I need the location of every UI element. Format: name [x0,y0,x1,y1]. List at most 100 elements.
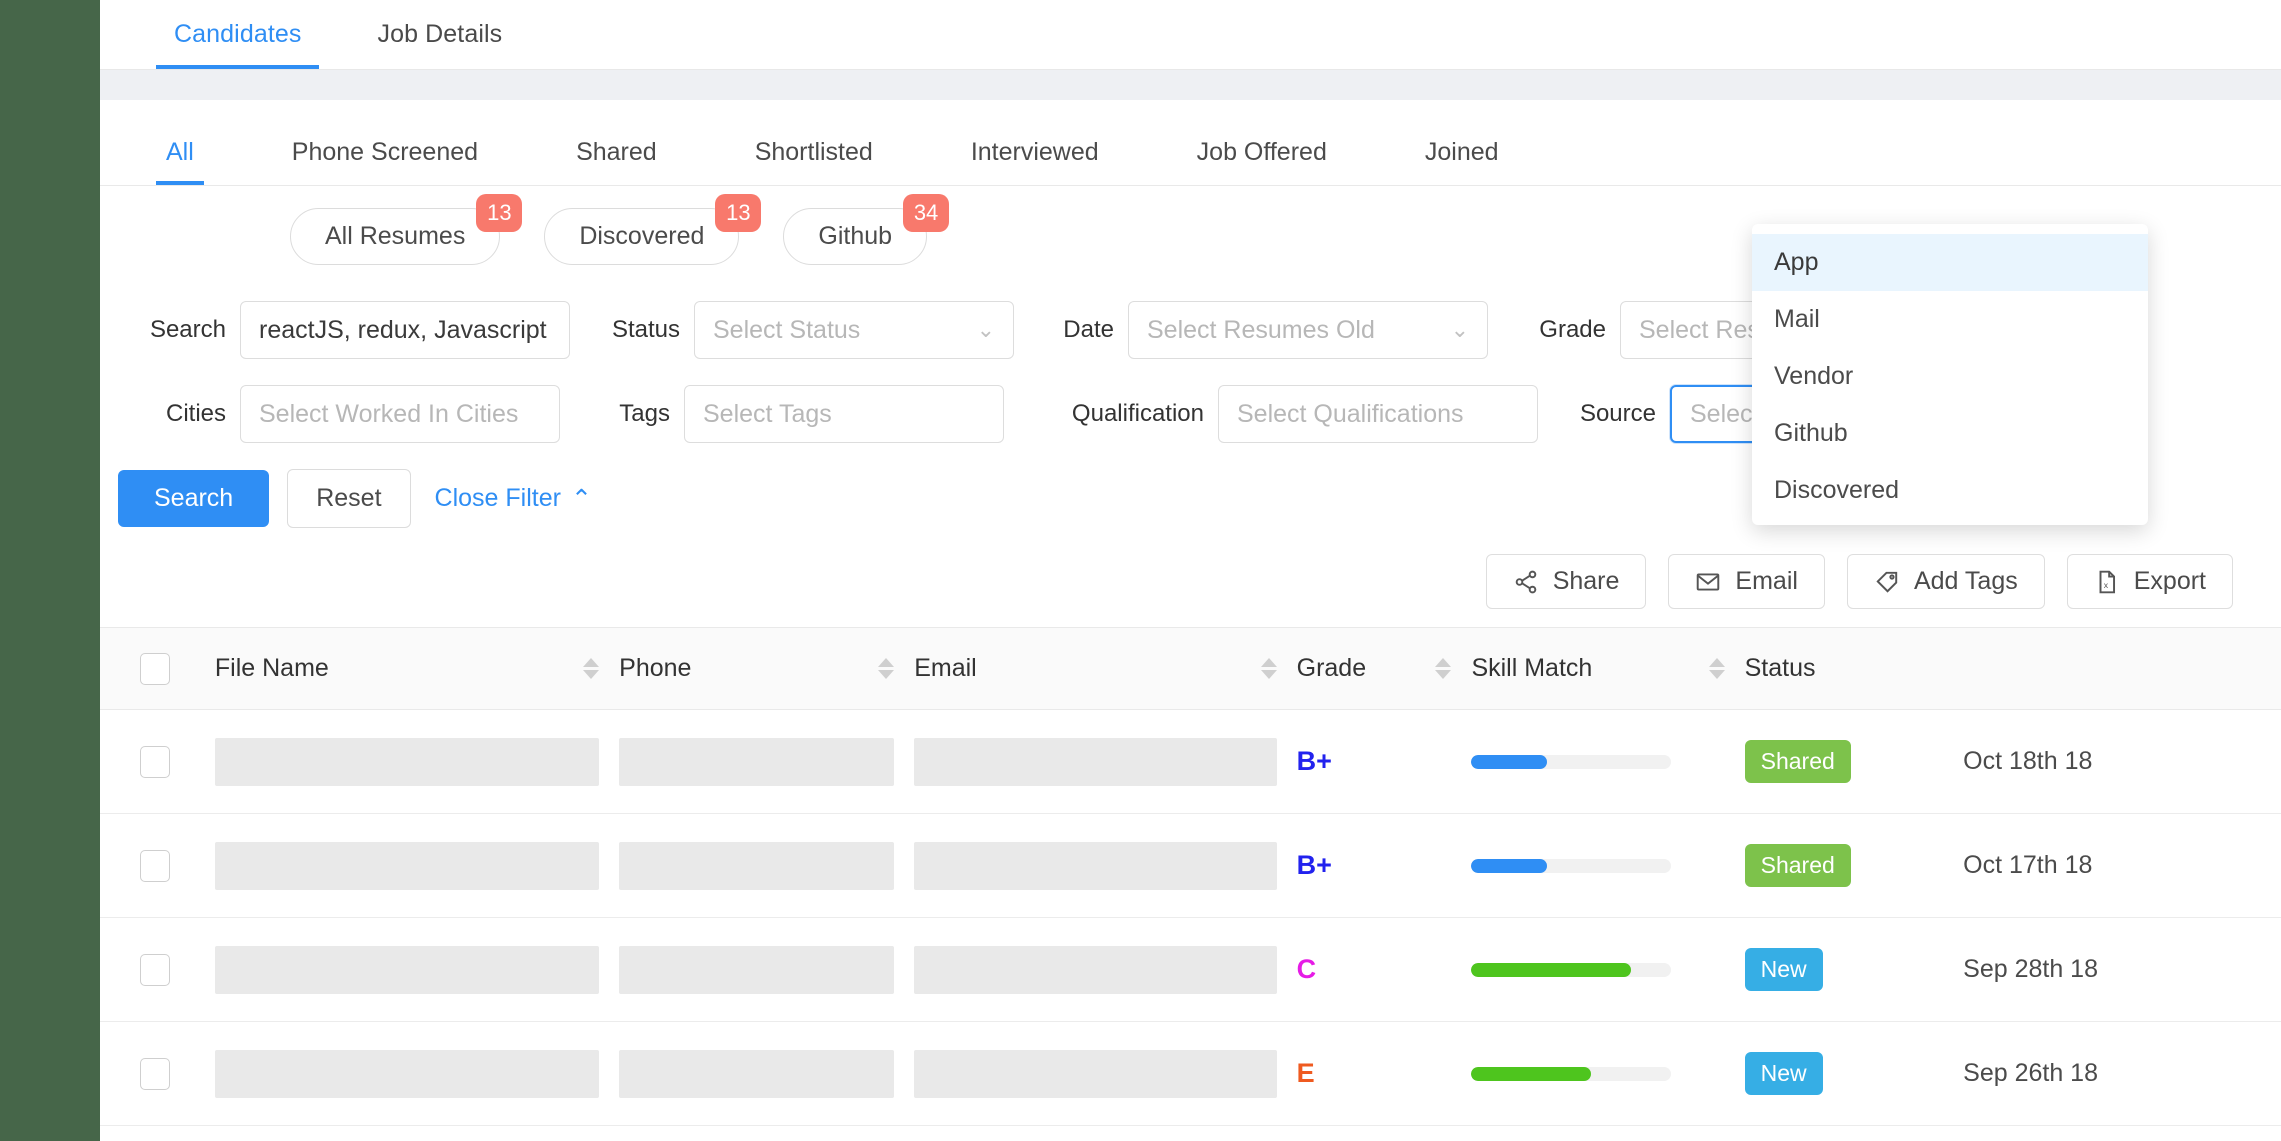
cell-phone [609,1021,905,1126]
sort-icon[interactable] [878,658,895,679]
cell-skill-match [1461,917,1735,1022]
search-input[interactable]: reactJS, redux, Javascript [240,301,570,359]
cell-phone [609,813,905,918]
cell-status: New [1734,917,1954,1022]
table-row[interactable]: E New Sep 26th 18 [100,1021,2281,1126]
row-select-cell [100,1021,205,1126]
email-button-label: Email [1735,567,1798,595]
status-tab-bar: All Phone Screened Shared Shortlisted In… [100,100,2281,186]
candidates-panel: All Phone Screened Shared Shortlisted In… [100,100,2281,1126]
search-button[interactable]: Search [118,470,270,527]
add-tags-button-label: Add Tags [1913,567,2018,595]
tags-input-placeholder: Select Tags [703,399,832,428]
add-tags-button[interactable]: Add Tags [1846,554,2045,609]
status-select-placeholder: Select Status [713,315,861,344]
status-select[interactable]: Select Status ⌄ [694,301,1014,359]
status-tab-shortlisted[interactable]: Shortlisted [745,138,883,185]
qualification-input-placeholder: Select Qualifications [1237,399,1464,428]
col-skill-match-label: Skill Match [1471,654,1593,682]
share-icon [1515,570,1536,593]
cell-file-name [204,1021,610,1126]
chip-all-resumes: All Resumes 13 [290,194,523,265]
grade-value: B+ [1296,850,1332,880]
source-dropdown[interactable]: App Mail Vendor Github Discovered [1752,224,2148,525]
source-option-github[interactable]: Github [1752,405,2148,462]
export-button[interactable]: x Export [2066,554,2233,609]
cell-grade: B+ [1286,813,1462,918]
share-button[interactable]: Share [1485,554,1647,609]
chip-discovered-count: 13 [715,194,762,232]
phone-placeholder [619,841,895,890]
row-checkbox[interactable] [140,1057,170,1090]
skill-match-fill [1471,754,1548,769]
email-button[interactable]: Email [1668,554,1825,609]
email-placeholder [914,945,1277,994]
col-grade[interactable]: Grade [1286,627,1462,710]
chip-github: Github 34 [783,194,950,265]
phone-placeholder [619,737,895,786]
phone-placeholder [619,945,895,994]
qualification-input[interactable]: Select Qualifications [1218,385,1538,443]
row-checkbox[interactable] [140,953,170,986]
source-option-app[interactable]: App [1752,234,2148,291]
col-skill-match[interactable]: Skill Match [1461,627,1735,710]
row-checkbox[interactable] [140,745,170,778]
status-tab-interviewed[interactable]: Interviewed [961,138,1109,185]
mail-icon [1697,572,1720,591]
close-filter-label: Close Filter [434,484,561,512]
status-badge: Shared [1744,844,1851,887]
row-checkbox[interactable] [140,849,170,882]
sort-icon[interactable] [583,658,600,679]
cell-email [904,917,1287,1022]
skill-match-fill [1471,962,1632,977]
row-select-cell [100,813,205,918]
sort-icon[interactable] [1260,658,1277,679]
file-name-placeholder [214,1049,600,1098]
select-all-checkbox[interactable] [140,652,170,685]
status-tab-shared[interactable]: Shared [566,138,667,185]
date-select[interactable]: Select Resumes Old ⌄ [1128,301,1488,359]
col-email[interactable]: Email [904,627,1287,710]
reset-button[interactable]: Reset [287,469,411,528]
status-tab-all[interactable]: All [156,138,204,185]
table-row[interactable]: B+ Shared Oct 18th 18 [100,709,2281,814]
col-file-name[interactable]: File Name [204,627,610,710]
status-tab-joined[interactable]: Joined [1415,138,1509,185]
cell-skill-match [1461,709,1735,814]
source-option-vendor[interactable]: Vendor [1752,348,2148,405]
share-button-label: Share [1552,567,1620,595]
status-label: Status [611,316,680,343]
col-status[interactable]: Status [1734,627,1954,710]
source-option-mail[interactable]: Mail [1752,291,2148,348]
table-row[interactable]: B+ Shared Oct 17th 18 [100,813,2281,918]
cell-file-name [204,917,610,1022]
col-phone[interactable]: Phone [609,627,905,710]
cell-file-name [204,709,610,814]
sort-icon[interactable] [1435,658,1452,679]
chip-github-count: 34 [903,194,950,232]
chip-discovered-button[interactable]: Discovered [544,208,740,265]
chip-all-resumes-button[interactable]: All Resumes [290,208,501,265]
table-row[interactable]: C New Sep 28th 18 [100,917,2281,1022]
status-tab-job-offered[interactable]: Job Offered [1187,138,1337,185]
cities-input[interactable]: Select Worked In Cities [240,385,560,443]
cell-email [904,1021,1287,1126]
sort-icon[interactable] [1708,658,1725,679]
cell-date: Sep 28th 18 [1953,917,2281,1022]
select-all-header [100,627,205,710]
chip-all-resumes-count: 13 [476,194,523,232]
col-phone-label: Phone [619,654,692,682]
status-badge: New [1744,1052,1823,1095]
close-filter-link[interactable]: Close Filter ⌃ [435,484,592,514]
source-option-discovered[interactable]: Discovered [1752,462,2148,519]
tags-input[interactable]: Select Tags [684,385,1004,443]
tab-candidates[interactable]: Candidates [156,20,320,69]
skill-match-fill [1471,1066,1592,1081]
grade-value: C [1296,954,1317,984]
svg-text:x: x [2103,579,2108,589]
status-tab-phone-screened[interactable]: Phone Screened [282,138,488,185]
tag-icon [1876,571,1898,593]
tab-job-details[interactable]: Job Details [359,20,520,69]
grade-label: Grade [1539,316,1606,343]
date-label: Date [1063,316,1114,343]
